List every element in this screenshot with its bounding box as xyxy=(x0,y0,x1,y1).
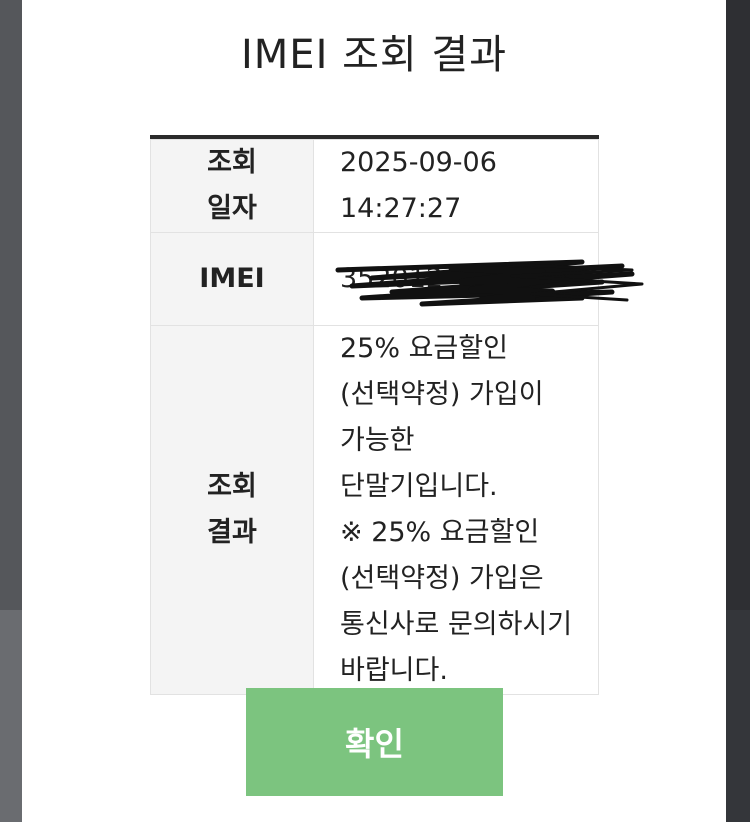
label-line: 일자 xyxy=(207,193,257,224)
query-date: 2025-09-06 xyxy=(340,147,497,178)
background-right-edge-lower xyxy=(726,610,750,822)
table-row: IMEI 352012 xyxy=(150,232,644,326)
result-message: 25% 요금할인(선택약정) 가입이 가능한 단말기입니다. xyxy=(340,333,544,502)
value-cell: 25% 요금할인(선택약정) 가입이 가능한 단말기입니다. ※ 25% 요금할… xyxy=(313,325,599,695)
label-line: 조회 xyxy=(207,471,257,502)
table-row: 조회 일자 2025-09-06 14:27:27 xyxy=(150,139,599,233)
redaction-scribble xyxy=(335,259,644,307)
value-cell: 2025-09-06 14:27:27 xyxy=(313,139,599,233)
imei-value-wrap: 352012 xyxy=(335,256,644,307)
confirm-button[interactable]: 확인 xyxy=(246,688,503,796)
result-table: 조회 일자 2025-09-06 14:27:27 IMEI 352012 조회… xyxy=(150,135,644,695)
result-note: ※ 25% 요금할인(선택약정) 가입은 통신사로 문의하시기 바랍니다. xyxy=(340,517,573,686)
label-cell: 조회 일자 xyxy=(150,139,314,233)
label-line: 조회 xyxy=(207,147,257,178)
query-time: 14:27:27 xyxy=(340,193,462,224)
value-cell: 352012 xyxy=(313,232,644,326)
table-row: 조회 결과 25% 요금할인(선택약정) 가입이 가능한 단말기입니다. ※ 2… xyxy=(150,325,599,695)
imei-result-dialog: IMEI 조회 결과 조회 일자 2025-09-06 14:27:27 IME… xyxy=(22,0,726,822)
background-left-edge-lower xyxy=(0,610,22,822)
dialog-title: IMEI 조회 결과 xyxy=(240,32,507,78)
label-cell: IMEI xyxy=(150,232,314,326)
label-cell: 조회 결과 xyxy=(150,325,314,695)
label-line: 결과 xyxy=(207,517,257,548)
